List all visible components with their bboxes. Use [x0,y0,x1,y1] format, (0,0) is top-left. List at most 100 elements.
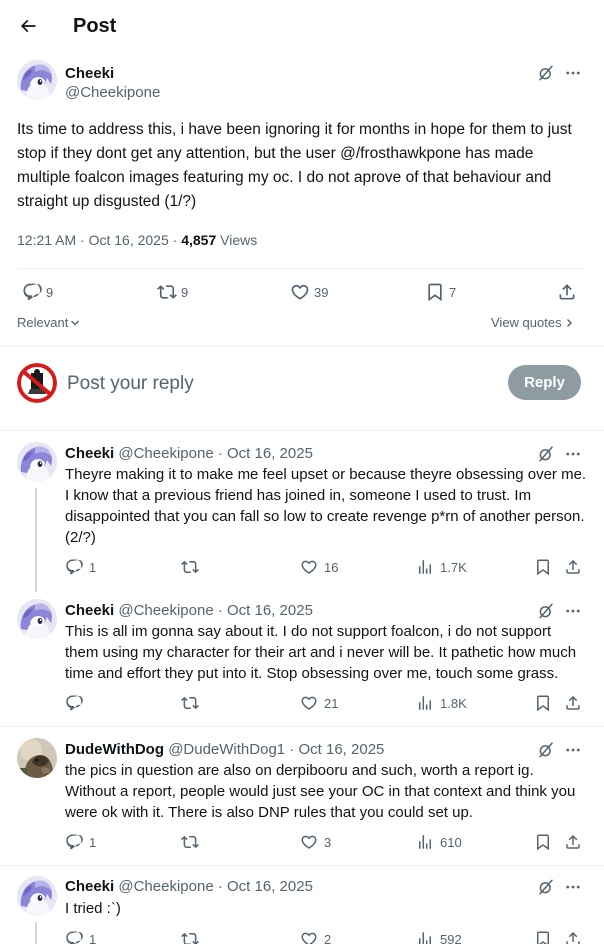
bookmark-icon [534,558,552,576]
reply-icon [65,694,83,712]
reply-author-handle[interactable]: @DudeWithDog1 [168,741,285,758]
separator: · [285,741,299,758]
separator: · [213,445,228,462]
repost-action[interactable] [181,930,205,944]
avatar[interactable] [17,876,57,916]
like-action[interactable]: 16 [300,558,338,576]
user-avatar[interactable] [17,363,57,403]
author-name[interactable]: Cheeki [65,64,160,83]
share-action[interactable] [564,930,582,944]
views-action[interactable]: 1.7K [416,558,467,576]
share-action[interactable] [564,558,582,576]
views-action[interactable]: 1.8K [416,694,467,712]
more-icon [564,64,582,82]
separator: · [213,878,228,895]
grok-button[interactable] [536,877,556,897]
view-quotes-link[interactable]: View quotes [491,315,573,330]
views-count: 4,857 [181,232,217,248]
grok-icon [537,445,555,463]
reply-action[interactable]: 1 [65,558,96,576]
grok-icon [537,602,555,620]
grok-icon [537,64,555,82]
reply-author-name[interactable]: Cheeki [65,602,114,619]
reply-header: Cheeki @Cheekipone · Oct 16, 2025 [65,877,313,897]
reply-author-name[interactable]: Cheeki [65,878,114,895]
share-action[interactable] [564,833,582,851]
reply-author-name[interactable]: Cheeki [65,445,114,462]
reply-header: Cheeki @Cheekipone · Oct 16, 2025 [65,601,313,621]
reply-action[interactable] [65,694,89,712]
grok-icon [537,878,555,896]
more-icon [564,741,582,759]
like-action[interactable]: 39 [290,282,328,302]
reply-button[interactable]: Reply [508,365,581,400]
reply-date[interactable]: Oct 16, 2025 [298,741,384,758]
reply-input[interactable]: Post your reply [67,371,194,397]
reply-date[interactable]: Oct 16, 2025 [227,602,313,619]
back-button[interactable] [14,12,42,40]
divider [0,726,604,727]
grok-button[interactable] [536,444,556,464]
separator: · [213,602,228,619]
more-options-button[interactable] [563,740,583,760]
views-count: 1.7K [440,559,467,575]
bookmark-action[interactable]: 7 [425,282,456,302]
grok-button[interactable] [536,601,556,621]
avatar[interactable] [17,599,57,639]
reply-author-handle[interactable]: @Cheekipone [118,602,213,619]
post-timestamp[interactable]: 12:21 AM · Oct 16, 2025 · [17,232,181,248]
like-action[interactable]: 3 [300,833,331,851]
heart-icon [300,930,318,944]
repost-icon [181,930,199,944]
views-icon [416,694,434,712]
bookmark-action[interactable] [534,930,552,944]
grok-icon [537,741,555,759]
avatar[interactable] [17,442,57,482]
bookmark-action[interactable] [534,558,552,576]
author-handle[interactable]: @Cheekipone [65,83,160,103]
share-action[interactable] [564,694,582,712]
more-options-button[interactable] [563,444,583,464]
reply-date[interactable]: Oct 16, 2025 [227,445,313,462]
views-action[interactable]: 610 [416,833,462,851]
grok-button[interactable] [536,63,556,83]
more-options-button[interactable] [563,877,583,897]
thread-line [35,488,37,592]
avatar[interactable] [17,738,57,778]
repost-action[interactable] [181,833,205,851]
reply-date[interactable]: Oct 16, 2025 [227,878,313,895]
reply-header: Cheeki @Cheekipone · Oct 16, 2025 [65,444,313,464]
more-options-button[interactable] [563,63,583,83]
repost-action[interactable] [181,694,205,712]
reply-action[interactable]: 9 [22,282,53,302]
repost-action[interactable] [181,558,205,576]
reply-author-handle[interactable]: @Cheekipone [118,878,213,895]
grok-button[interactable] [536,740,556,760]
reply-text: the pics in question are also on derpibo… [65,762,576,821]
views-count: 592 [440,931,462,944]
avatar[interactable] [17,60,57,100]
sort-relevant-dropdown[interactable]: Relevant [17,315,80,330]
heart-icon [290,282,310,302]
views-label: Views [216,232,258,248]
reply-action[interactable]: 1 [65,930,96,944]
like-count: 21 [324,695,339,711]
like-action[interactable]: 21 [300,694,338,712]
like-count: 39 [314,284,329,300]
share-icon [564,694,582,712]
reply-text: Theyre making it to make me feel upset o… [65,466,587,546]
more-options-button[interactable] [563,601,583,621]
reply-author-name[interactable]: DudeWithDog [65,741,164,758]
like-action[interactable]: 2 [300,930,331,944]
views-icon [416,930,434,944]
reply-action[interactable]: 1 [65,833,96,851]
views-action[interactable]: 592 [416,930,462,944]
bookmark-action[interactable] [534,694,552,712]
reply-author-handle[interactable]: @Cheekipone [118,445,213,462]
bookmark-action[interactable] [534,833,552,851]
share-icon [557,282,577,302]
repost-action[interactable]: 9 [157,282,188,302]
share-action[interactable] [557,282,577,302]
views-count: 610 [440,834,462,850]
reply-icon [22,282,42,302]
